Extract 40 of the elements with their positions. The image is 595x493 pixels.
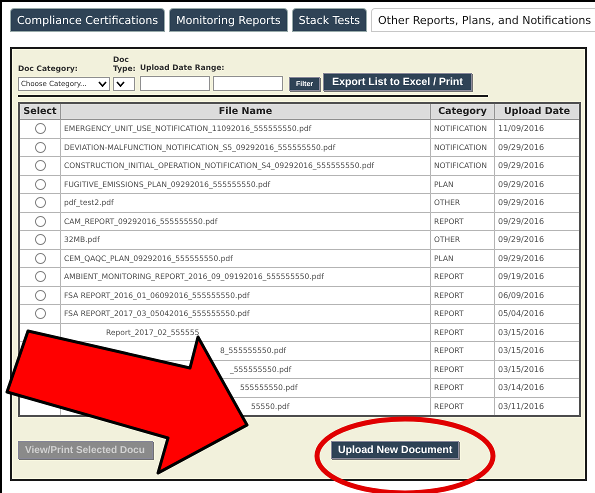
radio-button[interactable] [34, 142, 46, 153]
date-text: 05/04/2016 [498, 309, 544, 318]
date-text: 09/29/2016 [498, 161, 544, 170]
date-text: 11/09/2016 [498, 124, 544, 134]
column-header: Upload Date [494, 103, 580, 120]
tab[interactable]: Monitoring Reports [169, 8, 288, 32]
tab[interactable]: Stack Tests [292, 8, 367, 32]
radio-button[interactable] [34, 290, 46, 301]
radio-button[interactable] [34, 234, 46, 246]
date-text: 09/29/2016 [498, 254, 544, 263]
date-text: 06/09/2016 [498, 290, 544, 300]
radio-button[interactable] [34, 178, 46, 190]
date-text: 03/11/2016 [498, 402, 544, 411]
date-text: 09/29/2016 [498, 235, 544, 244]
tab[interactable]: Other Reports, Plans, and Notifications [370, 8, 595, 32]
column-header: Category [430, 103, 494, 120]
date-text: 09/29/2016 [498, 180, 544, 189]
date-text: 09/19/2016 [498, 272, 544, 282]
date-text: 03/15/2016 [498, 364, 544, 374]
date-text: 03/14/2016 [498, 383, 544, 392]
radio-button[interactable] [34, 160, 46, 172]
radio-button[interactable] [34, 271, 46, 282]
date-text: 03/15/2016 [498, 346, 544, 356]
column-header: Select [19, 103, 60, 120]
end-date-field[interactable] [213, 76, 283, 91]
date-text: 03/15/2016 [498, 328, 544, 337]
upload-button[interactable]: Upload New Document [331, 441, 460, 459]
date-text: 09/29/2016 [498, 142, 544, 152]
radio-button[interactable] [34, 197, 46, 208]
start-date-field[interactable] [140, 76, 210, 91]
radio-button[interactable] [34, 216, 46, 227]
type-dropdown[interactable] [113, 77, 135, 91]
radio-button[interactable] [34, 308, 46, 320]
column-header: File Name [60, 103, 430, 120]
date-text: 09/29/2016 [498, 198, 544, 208]
date-text: 09/29/2016 [498, 216, 544, 226]
tab[interactable]: Compliance Certifications [10, 8, 166, 32]
radio-button[interactable] [34, 123, 46, 134]
export-button[interactable]: Export List to Excel / Print [323, 73, 472, 91]
radio-button[interactable] [34, 252, 46, 264]
